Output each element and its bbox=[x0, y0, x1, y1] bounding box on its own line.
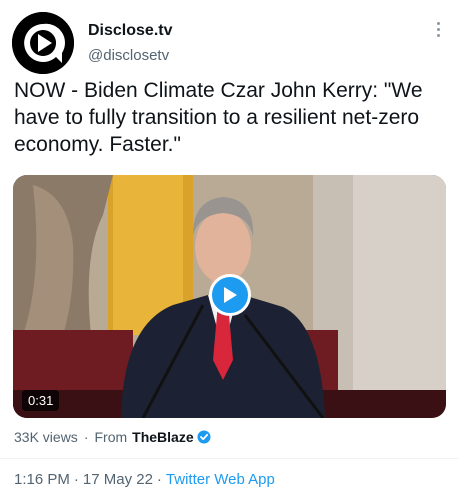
more-vertical-icon[interactable] bbox=[435, 22, 441, 37]
from-label: From bbox=[94, 429, 128, 445]
tweet-meta: 1:16 PM · 17 May 22 · Twitter Web App bbox=[14, 471, 275, 488]
source-link[interactable]: TheBlaze bbox=[132, 429, 193, 445]
views-row: 33K views · From TheBlaze bbox=[14, 429, 211, 445]
separator-dot: · bbox=[156, 471, 162, 488]
tweet-time[interactable]: 1:16 PM bbox=[14, 471, 70, 488]
play-speech-bubble-logo-icon bbox=[12, 12, 74, 74]
tweet-date[interactable]: 17 May 22 bbox=[83, 471, 153, 488]
video-duration: 0:31 bbox=[22, 390, 60, 411]
tweet-text: NOW - Biden Climate Czar John Kerry: "We… bbox=[14, 79, 423, 156]
separator-dot: · bbox=[73, 471, 79, 488]
play-icon bbox=[224, 287, 237, 303]
author-display-name[interactable]: Disclose.tv bbox=[88, 22, 172, 40]
play-button[interactable] bbox=[209, 274, 251, 316]
divider bbox=[0, 458, 459, 459]
client-app-link[interactable]: Twitter Web App bbox=[166, 471, 275, 488]
view-count: 33K views bbox=[14, 429, 78, 445]
author-handle[interactable]: @disclosetv bbox=[88, 47, 169, 64]
avatar[interactable] bbox=[12, 12, 74, 74]
separator-dot: · bbox=[83, 429, 89, 445]
verified-badge-icon bbox=[197, 430, 211, 444]
